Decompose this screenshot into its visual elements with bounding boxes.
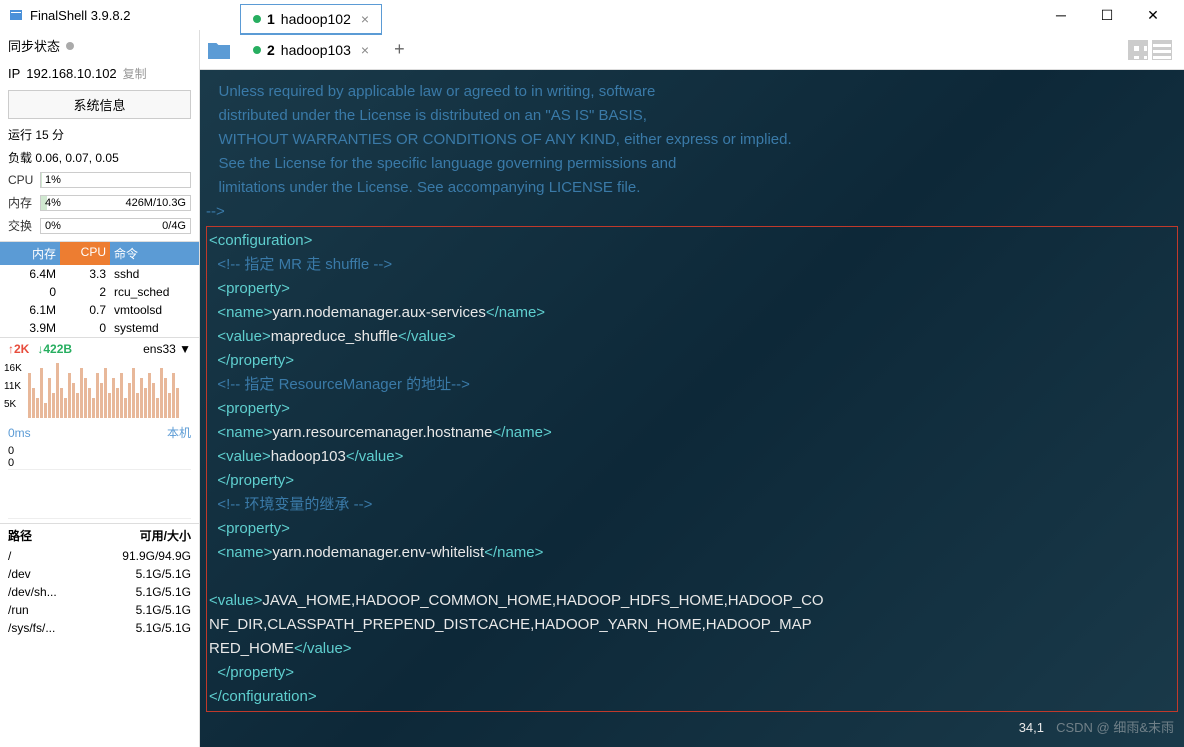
disk-row[interactable]: /dev/sh...5.1G/5.1G [0,583,199,601]
col-cpu[interactable]: CPU [60,242,110,265]
titlebar: FinalShell 3.9.8.2 ─ ☐ ✕ [0,0,1184,30]
minimize-button[interactable]: ─ [1038,0,1084,30]
sidebar: 同步状态 IP 192.168.10.102 复制 系统信息 运行 15 分 负… [0,30,200,747]
sync-dot-icon [66,42,74,50]
close-button[interactable]: ✕ [1130,0,1176,30]
status-dot-icon [253,15,261,23]
network-row: ↑2K ↓422B ens33 ▼ [0,337,199,360]
net-download: ↓422B [37,342,72,356]
sync-status: 同步状态 [0,30,199,61]
latency-host[interactable]: 本机 [167,424,191,441]
ip-value: 192.168.10.102 [26,66,116,81]
folder-icon[interactable] [204,35,234,65]
license-line: See the License for the specific languag… [206,152,1178,176]
grid-view-icon[interactable] [1128,40,1148,60]
status-dot-icon [253,46,261,54]
col-cmd[interactable]: 命令 [110,242,199,265]
list-view-icon[interactable] [1152,40,1172,60]
terminal[interactable]: Unless required by applicable law or agr… [200,70,1184,747]
cpu-bar: 1% [40,172,191,188]
cursor-position: 34,1 [1019,718,1044,739]
license-line: WITHOUT WARRANTIES OR CONDITIONS OF ANY … [206,128,1178,152]
load: 负载 0.06, 0.07, 0.05 [8,149,119,166]
config-highlight: <configuration> <!-- 指定 MR 走 shuffle -->… [206,226,1178,712]
disk-table: 路径 可用/大小 /91.9G/94.9G/dev5.1G/5.1G/dev/s… [0,523,199,637]
copy-button[interactable]: 复制 [123,65,147,82]
network-chart [0,360,199,420]
tabbar: 1 hadoop102×2 hadoop103×3 hadoop104× + [200,30,1184,70]
process-row[interactable]: 02rcu_sched [0,283,199,301]
tab-close-icon[interactable]: × [361,11,369,27]
watermark: CSDN @ 细雨&末雨 [1056,718,1174,739]
process-table: 内存 CPU 命令 6.4M3.3sshd02rcu_sched6.1M0.7v… [0,241,199,337]
process-row[interactable]: 6.4M3.3sshd [0,265,199,283]
tab-hadoop102[interactable]: 1 hadoop102× [240,4,382,35]
process-row[interactable]: 3.9M0systemd [0,319,199,337]
col-mem[interactable]: 内存 [0,242,60,265]
tab-close-icon[interactable]: × [361,42,369,58]
disk-row[interactable]: /sys/fs/...5.1G/5.1G [0,619,199,637]
disk-row[interactable]: /91.9G/94.9G [0,547,199,565]
mem-label: 内存 [8,194,36,211]
latency-chart [8,469,191,519]
mem-bar: 4%426M/10.3G [40,195,191,211]
ip-label: IP [8,66,20,81]
net-interface-select[interactable]: ens33 ▼ [143,342,191,356]
license-line: distributed under the License is distrib… [206,104,1178,128]
process-row[interactable]: 6.1M0.7vmtoolsd [0,301,199,319]
license-line: limitations under the License. See accom… [206,176,1178,200]
swap-label: 交换 [8,217,36,234]
app-title: FinalShell 3.9.8.2 [30,8,130,23]
license-line: Unless required by applicable law or agr… [206,80,1178,104]
net-upload: ↑2K [8,342,29,356]
license-line: --> [206,200,1178,224]
uptime: 运行 15 分 [8,126,64,143]
app-icon [8,7,24,23]
disk-row[interactable]: /run5.1G/5.1G [0,601,199,619]
disk-row[interactable]: /dev5.1G/5.1G [0,565,199,583]
swap-bar: 0%0/4G [40,218,191,234]
add-tab-button[interactable]: + [384,35,415,64]
cpu-label: CPU [8,173,36,187]
tab-hadoop103[interactable]: 2 hadoop103× [240,35,382,65]
system-info-button[interactable]: 系统信息 [8,90,191,119]
latency-value: 0ms [8,426,31,440]
maximize-button[interactable]: ☐ [1084,0,1130,30]
